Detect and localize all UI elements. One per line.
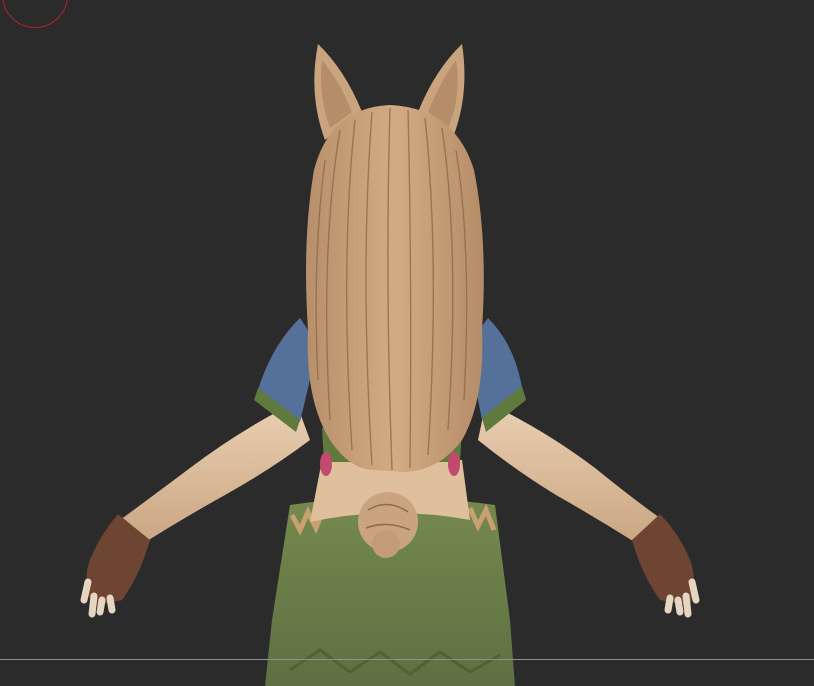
left-pink-accent bbox=[320, 452, 332, 476]
floor-grid-line bbox=[0, 659, 814, 660]
tail-tip bbox=[372, 530, 400, 558]
left-arm bbox=[120, 402, 310, 548]
right-pink-accent bbox=[448, 452, 460, 476]
3d-viewport[interactable] bbox=[0, 0, 814, 686]
character-model-back-view[interactable] bbox=[0, 0, 814, 686]
right-arm bbox=[478, 402, 660, 548]
